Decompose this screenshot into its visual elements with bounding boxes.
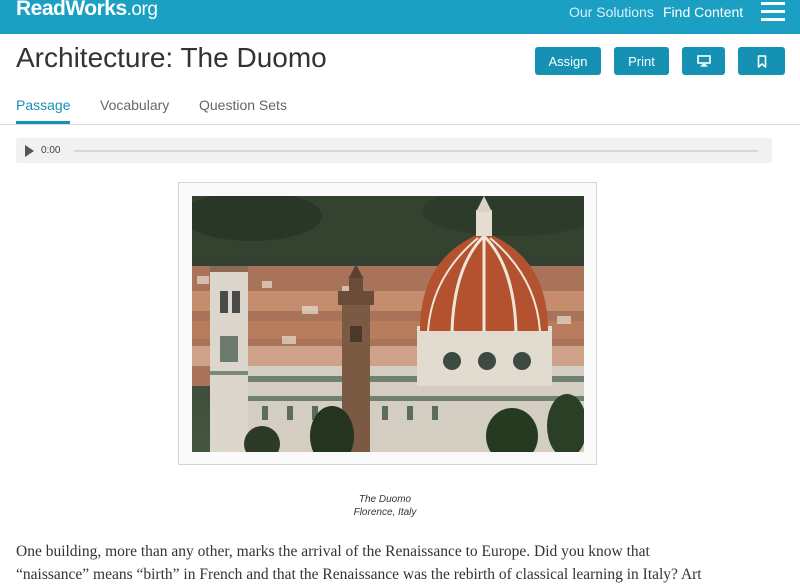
nav-our-solutions[interactable]: Our Solutions <box>569 4 654 20</box>
tabs-divider <box>0 124 800 125</box>
hamburger-icon[interactable] <box>761 2 785 22</box>
bookmark-icon <box>757 54 766 68</box>
passage-figure <box>178 182 597 465</box>
audio-time: 0:00 <box>41 145 61 156</box>
figure-caption-location: Florence, Italy <box>353 507 417 518</box>
tab-question-sets[interactable]: Question Sets <box>199 97 287 113</box>
monitor-icon <box>696 55 711 67</box>
bookmark-button[interactable] <box>738 47 785 75</box>
duomo-photo <box>192 196 584 452</box>
present-button[interactable] <box>682 47 725 75</box>
passage-line: One building, more than any other, marks… <box>16 543 650 560</box>
play-icon[interactable] <box>25 145 34 157</box>
tab-passage[interactable]: Passage <box>16 97 71 124</box>
tab-vocabulary[interactable]: Vocabulary <box>100 97 169 113</box>
logo-text: ReadWorks <box>16 0 127 20</box>
audio-player: 0:00 <box>16 138 772 163</box>
passage-text: One building, more than any other, marks… <box>16 540 786 586</box>
figure-caption-title: The Duomo <box>358 494 412 505</box>
readworks-logo[interactable]: ReadWorks.org <box>16 0 158 21</box>
nav-find-content[interactable]: Find Content <box>663 4 743 20</box>
logo-suffix: .org <box>126 0 158 20</box>
page-title: Architecture: The Duomo <box>16 42 327 73</box>
print-button[interactable]: Print <box>614 47 669 75</box>
assign-button[interactable]: Assign <box>535 47 601 75</box>
audio-progress-track[interactable] <box>74 150 758 152</box>
top-navigation-bar: ReadWorks.org Our Solutions Find Content <box>0 0 800 34</box>
passage-line: “naissance” means “birth” in French and … <box>16 566 702 583</box>
